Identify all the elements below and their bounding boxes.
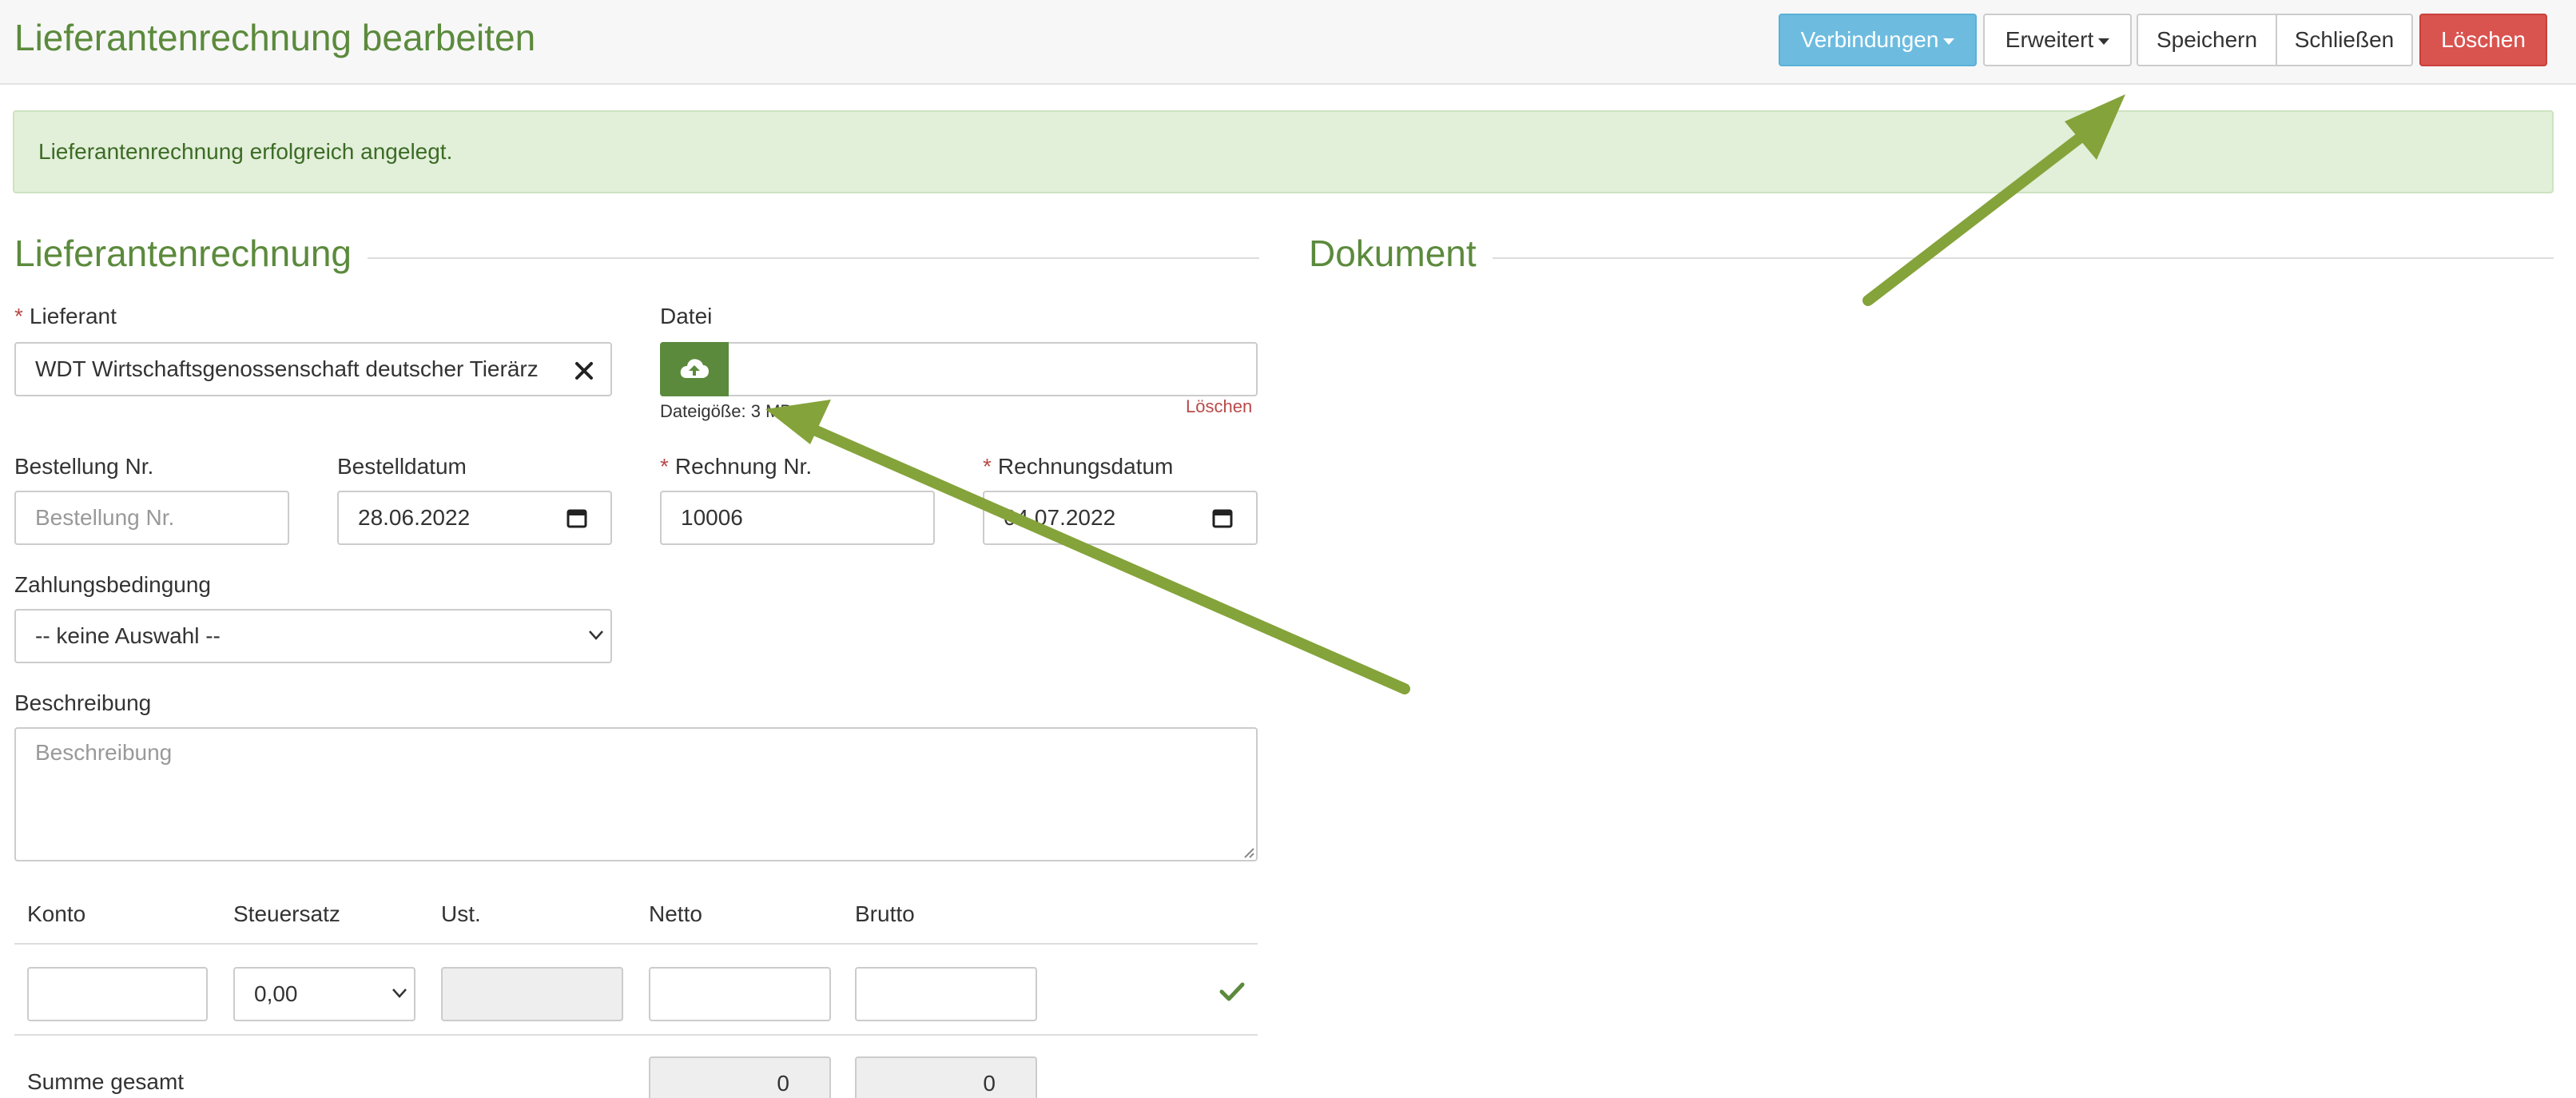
page-header: Lieferantenrechnung bearbeiten Verbindun… <box>0 0 2576 85</box>
invoice-number-field[interactable]: 10006 <box>660 491 935 545</box>
order-number-label: Bestellung Nr. <box>14 454 154 479</box>
resize-handle-icon[interactable] <box>1242 845 1254 858</box>
success-alert: Lieferantenrechnung erfolgreich angelegt… <box>13 110 2554 193</box>
save-label: Speichern <box>2156 27 2258 52</box>
advanced-dropdown-button[interactable]: Erweitert <box>1983 14 2132 66</box>
alert-message: Lieferantenrechnung erfolgreich angelegt… <box>38 139 453 164</box>
payment-terms-label: Zahlungsbedingung <box>14 572 211 597</box>
order-date-value: 28.06.2022 <box>358 505 471 530</box>
invoice-section-title: Lieferantenrechnung <box>14 232 368 275</box>
tax-rate-select[interactable]: 0,00 <box>233 967 415 1021</box>
supplier-field[interactable]: WDT Wirtschaftsgenossenschaft deutscher … <box>14 342 558 396</box>
column-header-gross: Brutto <box>855 901 915 926</box>
close-label: Schließen <box>2294 27 2395 52</box>
description-textarea[interactable]: Beschreibung <box>14 727 1258 861</box>
close-icon <box>575 362 593 380</box>
net-field[interactable] <box>649 967 831 1021</box>
page-title: Lieferantenrechnung bearbeiten <box>14 17 536 58</box>
tax-rate-value: 0,00 <box>254 981 298 1006</box>
sum-label: Summe gesamt <box>27 1069 185 1094</box>
upload-button[interactable] <box>660 342 729 396</box>
calendar-icon[interactable] <box>566 507 588 529</box>
document-section-title: Dokument <box>1309 232 1493 275</box>
column-header-account: Konto <box>27 901 86 926</box>
file-label: Datei <box>660 304 713 328</box>
payment-terms-value: -- keine Auswahl -- <box>35 623 221 648</box>
file-size-text: Dateigöße: 3 MB <box>660 401 793 421</box>
caret-down-icon <box>2098 38 2110 45</box>
file-input[interactable] <box>660 342 1258 396</box>
chevron-down-icon <box>589 631 603 640</box>
clear-supplier-button[interactable] <box>556 342 612 396</box>
table-row-divider <box>14 1034 1258 1036</box>
column-header-tax-rate: Steuersatz <box>233 901 340 926</box>
file-delete-link[interactable]: Löschen <box>1186 396 1252 417</box>
sum-net-field: 0 <box>649 1056 831 1098</box>
sum-gross-field: 0 <box>855 1056 1037 1098</box>
check-icon[interactable] <box>1219 981 1245 1002</box>
column-header-net: Netto <box>649 901 702 926</box>
invoice-date-value: 04.07.2022 <box>1004 505 1116 530</box>
description-label: Beschreibung <box>14 690 152 715</box>
calendar-icon[interactable] <box>1211 507 1234 529</box>
close-button[interactable]: Schließen <box>2276 14 2413 66</box>
delete-label: Löschen <box>2441 27 2526 52</box>
connections-dropdown-button[interactable]: Verbindungen <box>1779 14 1977 66</box>
chevron-down-icon <box>392 989 407 998</box>
invoice-date-label: * Rechnungsdatum <box>983 454 1174 479</box>
advanced-label: Erweitert <box>2005 27 2094 52</box>
order-date-label: Bestelldatum <box>337 454 467 479</box>
invoice-number-label: * Rechnung Nr. <box>660 454 813 479</box>
gross-field[interactable] <box>855 967 1037 1021</box>
column-header-vat: Ust. <box>441 901 481 926</box>
caret-down-icon <box>1943 38 1955 45</box>
save-button[interactable]: Speichern <box>2137 14 2277 66</box>
cloud-upload-icon <box>680 359 709 378</box>
connections-label: Verbindungen <box>1800 27 1939 52</box>
delete-button[interactable]: Löschen <box>2419 14 2547 66</box>
supplier-label: * Lieferant <box>14 304 117 328</box>
table-header-divider <box>14 943 1258 945</box>
order-number-field[interactable]: Bestellung Nr. <box>14 491 289 545</box>
section-divider <box>1310 257 2554 259</box>
payment-terms-select[interactable]: -- keine Auswahl -- <box>14 609 612 663</box>
account-field[interactable] <box>27 967 208 1021</box>
vat-field <box>441 967 623 1021</box>
